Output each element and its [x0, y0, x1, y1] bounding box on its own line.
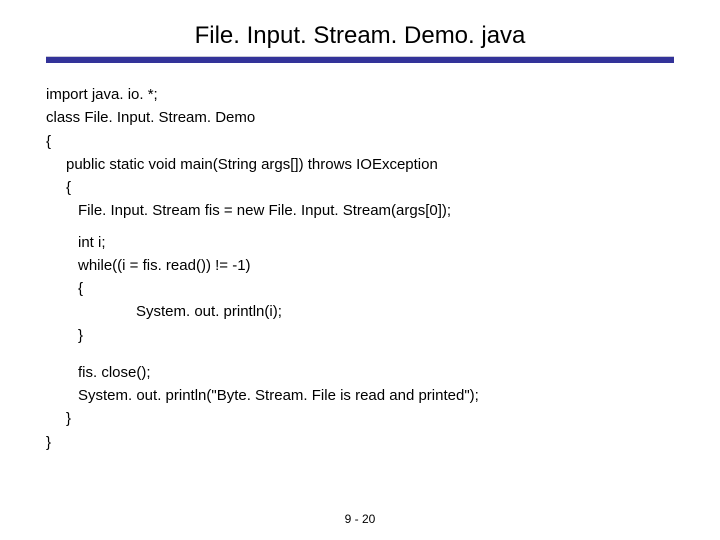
slide: File. Input. Stream. Demo. java import j… — [0, 0, 720, 540]
code-line: class File. Input. Stream. Demo — [46, 106, 674, 129]
code-line: { — [46, 130, 674, 153]
code-line: public static void main(String args[]) t… — [46, 153, 674, 176]
title-underline — [46, 56, 674, 63]
spacer — [46, 223, 674, 231]
code-line: } — [46, 431, 674, 454]
slide-number: 9 - 20 — [0, 512, 720, 526]
code-line: import java. io. *; — [46, 83, 674, 106]
code-line: File. Input. Stream fis = new File. Inpu… — [46, 199, 674, 222]
code-line: fis. close(); — [46, 361, 674, 384]
spacer — [46, 347, 674, 361]
code-line: int i; — [46, 231, 674, 254]
page-title: File. Input. Stream. Demo. java — [46, 22, 674, 50]
code-line: while((i = fis. read()) != -1) — [46, 254, 674, 277]
code-line: { — [46, 176, 674, 199]
code-line: } — [46, 407, 674, 430]
code-line: System. out. println(i); — [46, 300, 674, 323]
code-line: { — [46, 277, 674, 300]
code-line: System. out. println("Byte. Stream. File… — [46, 384, 674, 407]
code-line: } — [46, 324, 674, 347]
code-block: import java. io. *; class File. Input. S… — [46, 83, 674, 454]
